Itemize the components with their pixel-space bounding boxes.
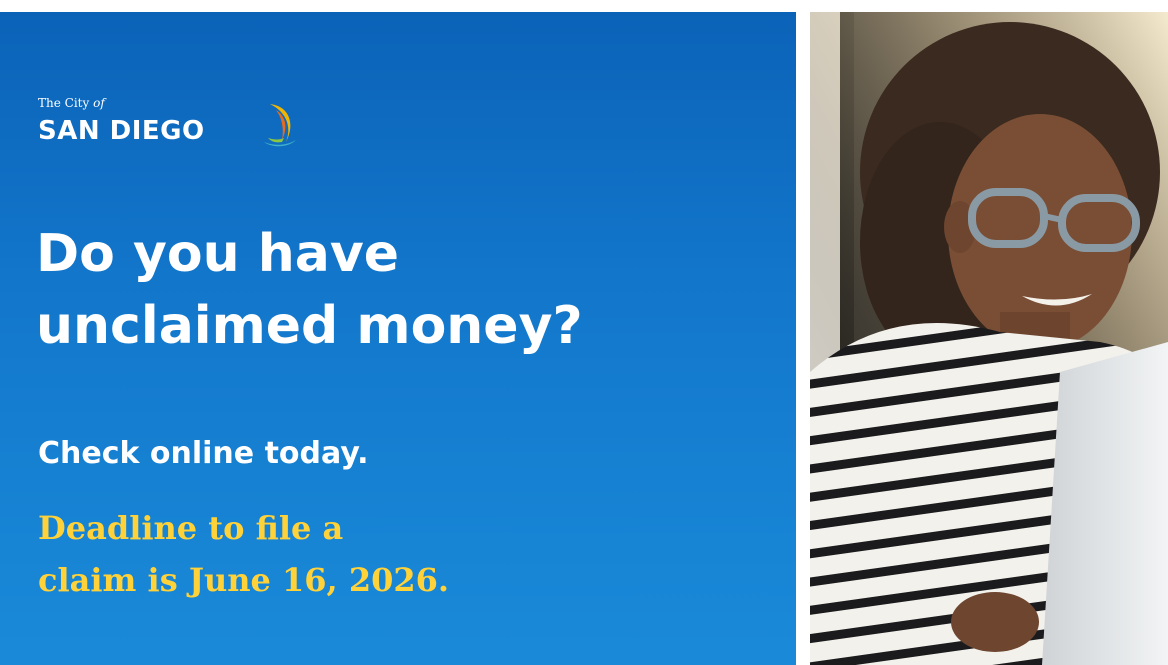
blue-text-panel: The City of SAN DIEGO Do you have unclai…: [0, 12, 796, 665]
woman-with-laptop-photo: [810, 12, 1168, 665]
subhead: Check online today.: [38, 436, 369, 471]
logo-san-diego: SAN DIEGO: [38, 116, 205, 146]
deadline-line-1: Deadline to file a: [38, 509, 344, 547]
headline: Do you have unclaimed money?: [36, 218, 583, 362]
deadline-text: Deadline to file a claim is June 16, 202…: [38, 502, 449, 606]
city-of-san-diego-logo: The City of SAN DIEGO: [38, 96, 318, 166]
photo-illustration: [810, 12, 1168, 665]
logo-the-city-of: The City of: [38, 96, 105, 110]
headline-line-1: Do you have: [36, 224, 400, 284]
unclaimed-money-banner: The City of SAN DIEGO Do you have unclai…: [0, 0, 1168, 665]
headline-line-2: unclaimed money?: [36, 296, 583, 356]
sail-icon: [264, 104, 296, 147]
deadline-line-2: claim is June 16, 2026.: [38, 561, 450, 599]
